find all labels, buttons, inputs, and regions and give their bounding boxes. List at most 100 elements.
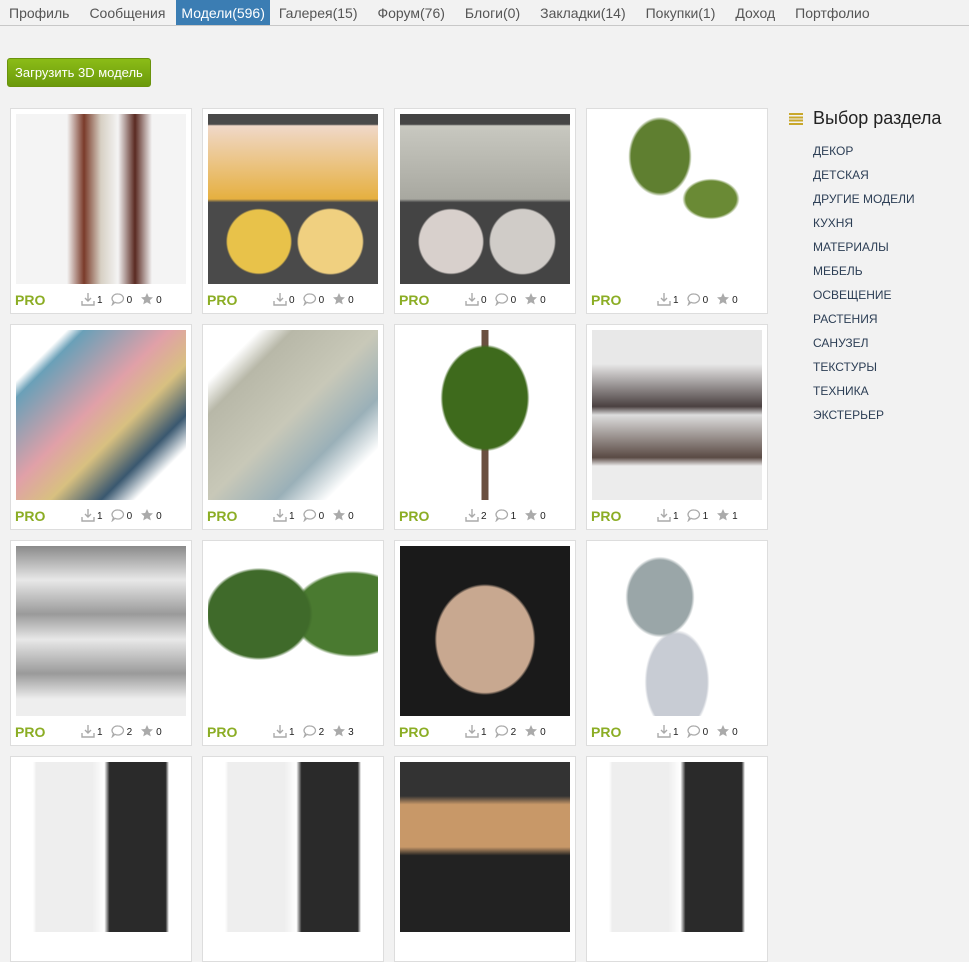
- model-thumbnail-abstract-paintings-grey[interactable]: [400, 114, 570, 284]
- upload-3d-model-button[interactable]: Загрузить 3D модель: [7, 58, 151, 87]
- comment-icon: [110, 292, 127, 309]
- model-card[interactable]: [586, 756, 768, 962]
- category-link[interactable]: ЭКСТЕРЬЕР: [813, 403, 941, 427]
- star-icon[interactable]: [716, 292, 732, 309]
- model-thumbnail-doors-louvered[interactable]: [208, 762, 378, 932]
- downloads-count: 0: [481, 294, 487, 306]
- star-icon[interactable]: [716, 508, 732, 525]
- model-card[interactable]: PRO 1 2 0: [394, 540, 576, 746]
- comments-count: 2: [318, 726, 325, 738]
- comments-count: 2: [510, 726, 517, 738]
- model-card[interactable]: PRO 1 0 0: [586, 540, 768, 746]
- tab-8[interactable]: Доход: [726, 0, 786, 25]
- model-card[interactable]: [202, 756, 384, 962]
- model-card[interactable]: [394, 756, 576, 962]
- tab-9[interactable]: Портфолио: [786, 0, 881, 25]
- model-thumbnail-kitchen-dark[interactable]: [400, 762, 570, 932]
- star-icon[interactable]: [140, 724, 156, 741]
- model-thumbnail-palm-trees[interactable]: [592, 114, 762, 284]
- likes-stat[interactable]: 0: [140, 508, 162, 525]
- star-icon[interactable]: [524, 508, 540, 525]
- download-icon: [465, 508, 481, 525]
- category-link[interactable]: МАТЕРИАЛЫ: [813, 235, 941, 259]
- model-thumbnail-pendant-lamps[interactable]: [16, 114, 186, 284]
- pro-badge: PRO: [591, 724, 622, 740]
- model-stats: PRO 1 2 3: [207, 723, 379, 741]
- star-icon[interactable]: [140, 508, 156, 525]
- likes-count: 0: [732, 726, 738, 738]
- model-thumbnail-abstract-paintings-yellow[interactable]: [208, 114, 378, 284]
- model-thumbnail-tables[interactable]: [592, 546, 762, 716]
- tab-2[interactable]: Модели(596): [176, 0, 270, 25]
- tab-3[interactable]: Галерея(15): [270, 0, 369, 25]
- comment-icon: [110, 724, 127, 741]
- model-thumbnail-rugs-colorful[interactable]: [16, 330, 186, 500]
- model-thumbnail-doors-white-black-2[interactable]: [592, 762, 762, 932]
- model-stats: PRO 2 1 0: [399, 507, 571, 525]
- pro-badge: PRO: [15, 508, 46, 524]
- likes-stat[interactable]: 0: [524, 724, 546, 741]
- category-link[interactable]: САНУЗЕЛ: [813, 331, 941, 355]
- model-thumbnail-sofas[interactable]: [16, 546, 186, 716]
- tab-4[interactable]: Форум(76): [368, 0, 455, 25]
- model-card[interactable]: PRO 0 0 0: [202, 108, 384, 314]
- star-icon[interactable]: [524, 724, 540, 741]
- downloads-stat: 1: [81, 508, 103, 525]
- model-card[interactable]: PRO 1 2 3: [202, 540, 384, 746]
- model-card[interactable]: PRO 1 0 0: [10, 108, 192, 314]
- model-stats: PRO 1 0 0: [15, 507, 187, 525]
- star-icon[interactable]: [716, 724, 732, 741]
- category-link[interactable]: ДЕТСКАЯ: [813, 163, 941, 187]
- category-link[interactable]: ТЕХНИКА: [813, 379, 941, 403]
- model-card[interactable]: PRO 1 0 0: [586, 108, 768, 314]
- likes-stat[interactable]: 0: [716, 724, 738, 741]
- category-link[interactable]: ДЕКОР: [813, 139, 941, 163]
- star-icon[interactable]: [524, 292, 540, 309]
- likes-stat[interactable]: 0: [140, 724, 162, 741]
- pro-badge: PRO: [15, 724, 46, 740]
- model-card[interactable]: PRO 2 1 0: [394, 324, 576, 530]
- model-thumbnail-brick-bbq[interactable]: [400, 546, 570, 716]
- model-thumbnail-potted-palms[interactable]: [208, 546, 378, 716]
- tab-6[interactable]: Закладки(14): [531, 0, 637, 25]
- comments-stat: 1: [686, 508, 708, 525]
- model-thumbnail-rugs-vintage[interactable]: [208, 330, 378, 500]
- likes-stat[interactable]: 0: [524, 508, 546, 525]
- tab-0[interactable]: Профиль: [0, 0, 80, 25]
- likes-stat[interactable]: 0: [140, 292, 162, 309]
- likes-count: 0: [156, 294, 162, 306]
- tab-7[interactable]: Покупки(1): [637, 0, 727, 25]
- likes-stat[interactable]: 1: [716, 508, 738, 525]
- category-list: ДЕКОР ДЕТСКАЯ ДРУГИЕ МОДЕЛИ КУХНЯ МАТЕРИАЛЫ М…: [813, 139, 941, 427]
- star-icon[interactable]: [332, 292, 348, 309]
- model-card[interactable]: PRO 1 0 0: [202, 324, 384, 530]
- model-card[interactable]: PRO 0 0 0: [394, 108, 576, 314]
- model-thumbnail-kitchen[interactable]: [592, 330, 762, 500]
- model-card[interactable]: PRO 1 2 0: [10, 540, 192, 746]
- star-icon[interactable]: [140, 292, 156, 309]
- model-card[interactable]: PRO 1 0 0: [10, 324, 192, 530]
- model-card[interactable]: PRO 1 1 1: [586, 324, 768, 530]
- likes-stat[interactable]: 3: [332, 724, 354, 741]
- likes-stat[interactable]: 0: [524, 292, 546, 309]
- category-link[interactable]: КУХНЯ: [813, 211, 941, 235]
- likes-stat[interactable]: 0: [332, 292, 354, 309]
- likes-stat[interactable]: 0: [716, 292, 738, 309]
- star-icon[interactable]: [332, 508, 348, 525]
- model-thumbnail-tree[interactable]: [400, 330, 570, 500]
- downloads-stat: 0: [465, 292, 487, 309]
- model-card[interactable]: [10, 756, 192, 962]
- likes-count: 0: [540, 294, 546, 306]
- download-icon: [657, 724, 673, 741]
- model-thumbnail-doors-white-black[interactable]: [16, 762, 186, 932]
- star-icon[interactable]: [332, 724, 348, 741]
- category-link[interactable]: РАСТЕНИЯ: [813, 307, 941, 331]
- comments-stat: 0: [494, 292, 516, 309]
- category-link[interactable]: ТЕКСТУРЫ: [813, 355, 941, 379]
- tab-1[interactable]: Сообщения: [80, 0, 176, 25]
- category-link[interactable]: ОСВЕЩЕНИЕ: [813, 283, 941, 307]
- likes-stat[interactable]: 0: [332, 508, 354, 525]
- tab-5[interactable]: Блоги(0): [456, 0, 531, 25]
- category-link[interactable]: ДРУГИЕ МОДЕЛИ: [813, 187, 941, 211]
- category-link[interactable]: МЕБЕЛЬ: [813, 259, 941, 283]
